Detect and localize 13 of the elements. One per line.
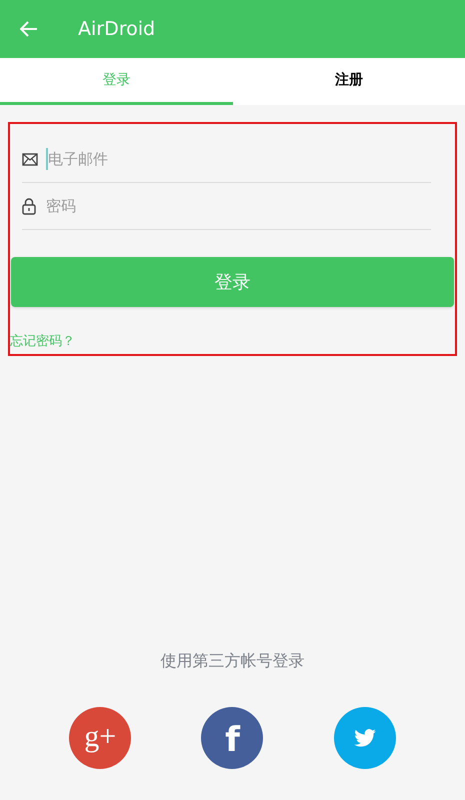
- envelope-icon: [22, 152, 38, 166]
- google-plus-button[interactable]: g+: [69, 707, 132, 769]
- facebook-button[interactable]: f: [201, 707, 264, 769]
- app-title: AirDroid: [78, 16, 156, 42]
- tab[interactable]: 登录: [0, 58, 232, 105]
- login-button[interactable]: 登录: [11, 257, 454, 307]
- tab[interactable]: 注册: [232, 58, 465, 105]
- third-party-caption: 使用第三方帐号登录: [160, 650, 304, 672]
- password-field[interactable]: 密码: [44, 194, 431, 218]
- lock-icon: [22, 198, 36, 214]
- email-field[interactable]: 电子邮件: [46, 148, 431, 170]
- back-arrow-icon[interactable]: [20, 21, 38, 37]
- bird-icon: [354, 729, 376, 747]
